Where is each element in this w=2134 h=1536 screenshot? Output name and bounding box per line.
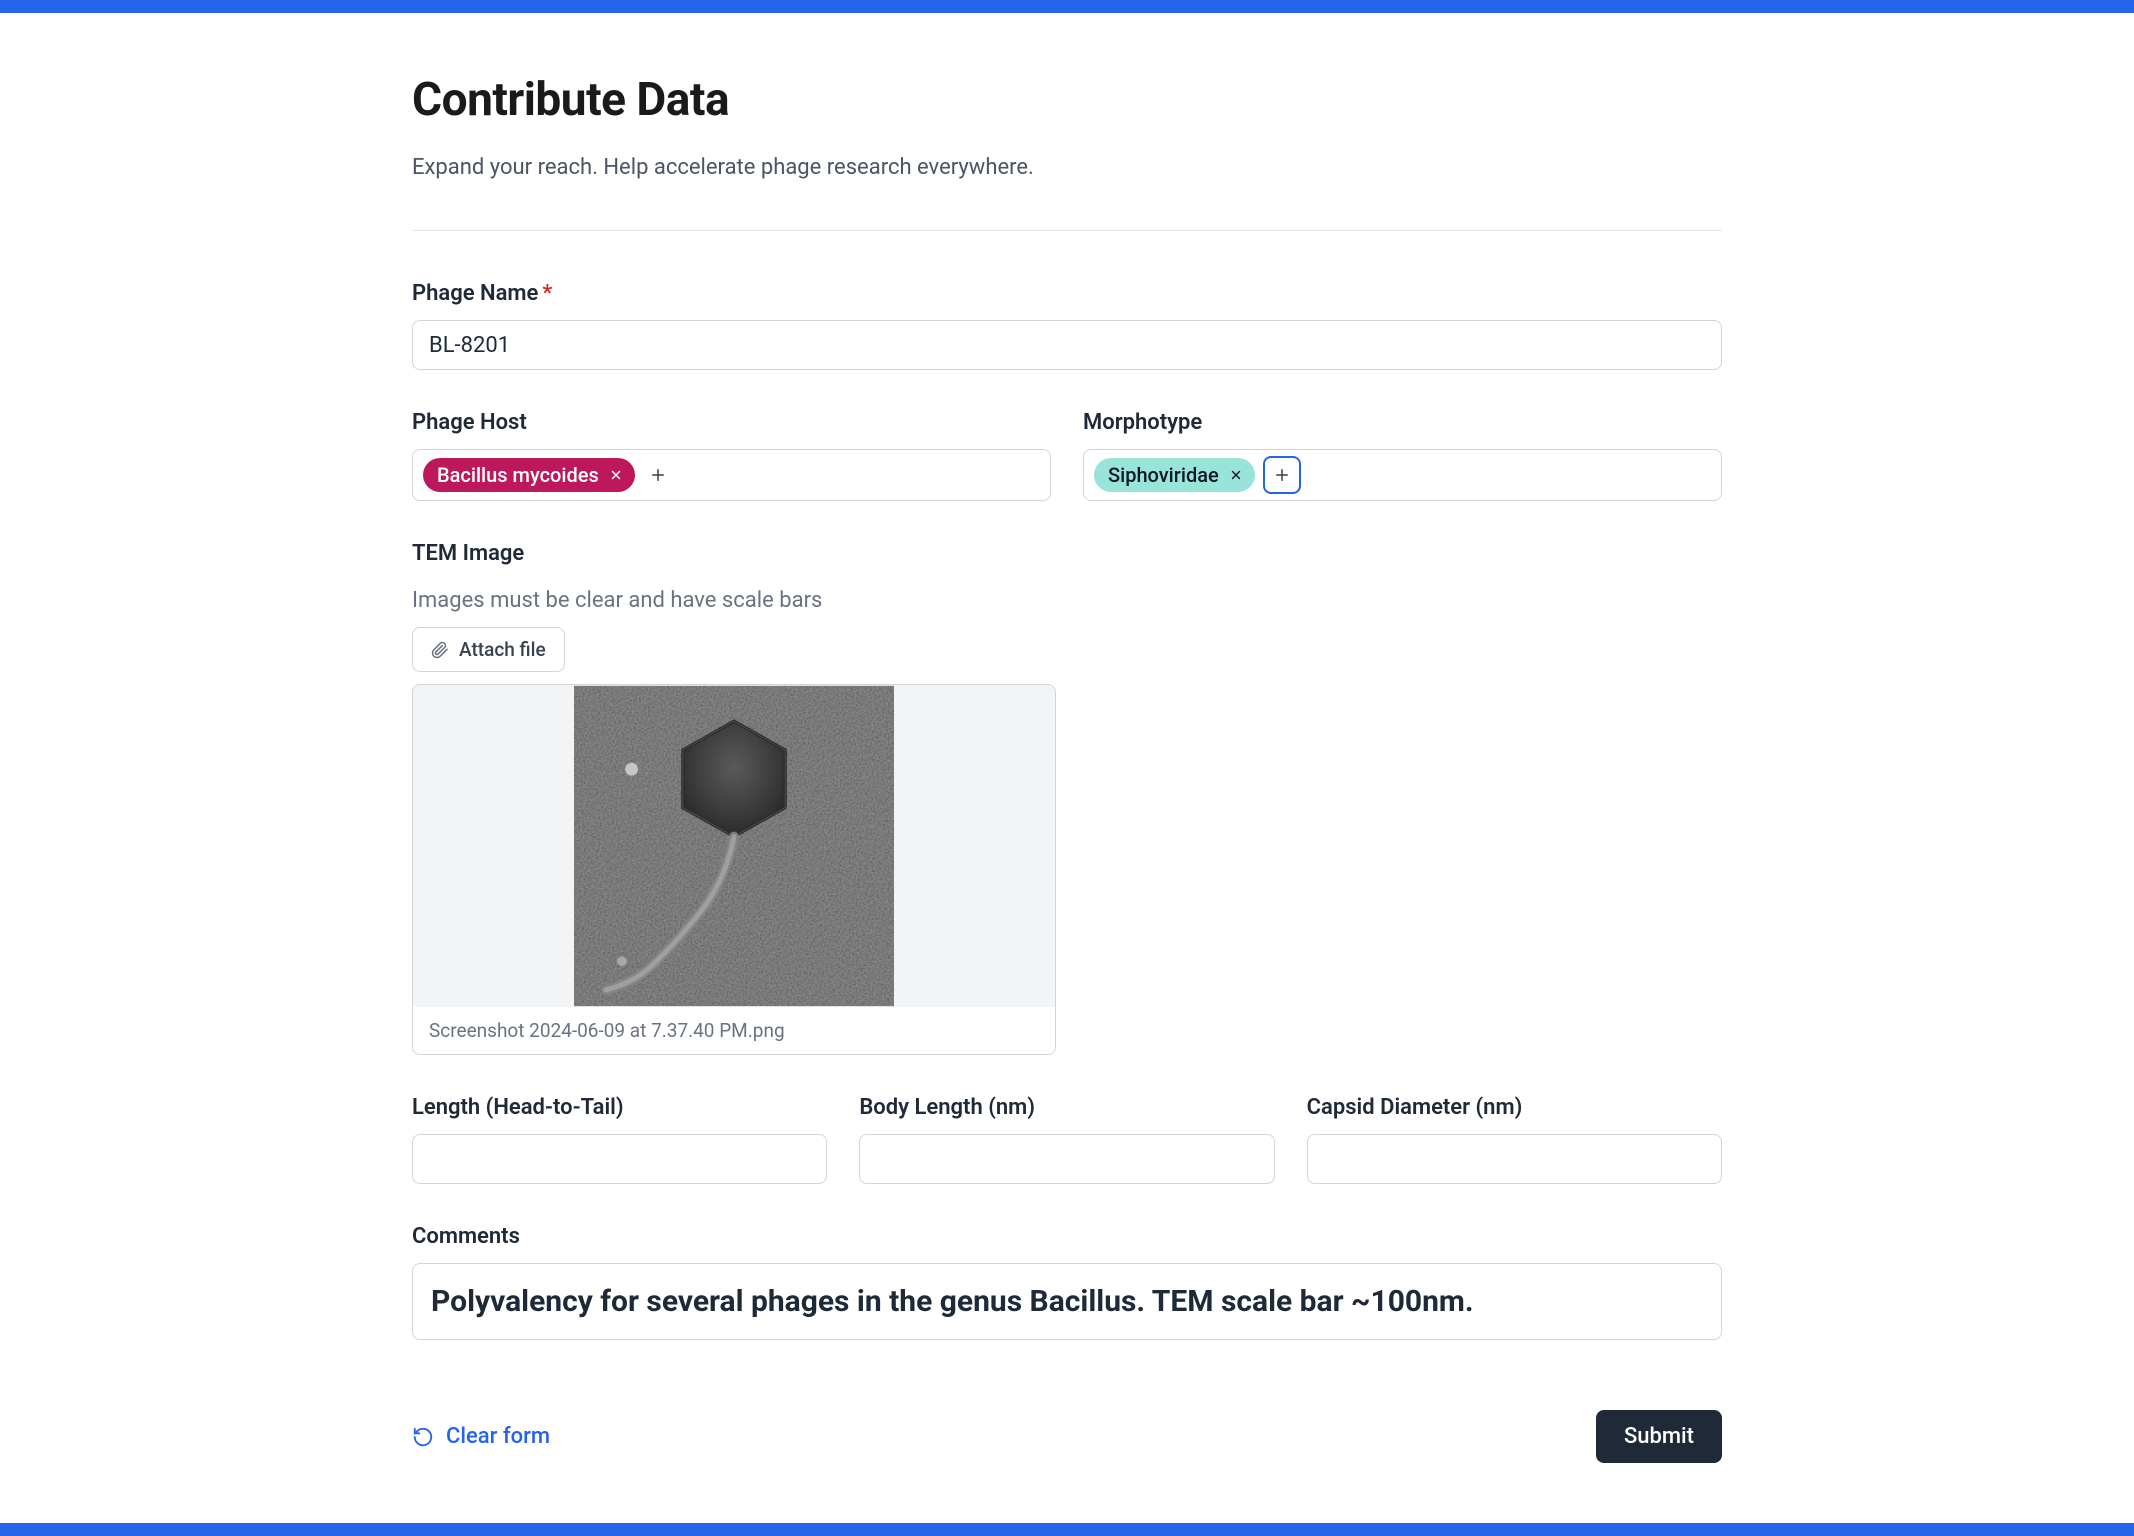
plus-icon[interactable]: [1265, 458, 1299, 492]
phage-host-tag-text: Bacillus mycoides: [437, 463, 599, 487]
clear-form-button[interactable]: Clear form: [412, 1424, 550, 1449]
required-indicator: *: [542, 281, 552, 306]
morphotype-label: Morphotype: [1083, 410, 1722, 435]
phage-host-tag: Bacillus mycoides: [423, 458, 635, 492]
length-head-to-tail-label: Length (Head-to-Tail): [412, 1095, 827, 1120]
length-head-to-tail-input[interactable]: [412, 1134, 827, 1184]
phage-name-input[interactable]: [412, 320, 1722, 370]
morphotype-tag-text: Siphoviridae: [1108, 463, 1219, 487]
undo-icon: [412, 1426, 434, 1448]
comments-group: Comments Polyvalency for several phages …: [412, 1224, 1722, 1340]
phage-host-group: Phage Host Bacillus mycoides: [412, 410, 1051, 501]
phage-name-group: Phage Name*: [412, 281, 1722, 370]
tem-image-label: TEM Image: [412, 541, 1056, 566]
morphotype-tag: Siphoviridae: [1094, 458, 1255, 492]
phage-host-label: Phage Host: [412, 410, 1051, 435]
clear-form-label: Clear form: [446, 1424, 550, 1449]
phage-name-label: Phage Name*: [412, 281, 1722, 306]
page-title: Contribute Data: [412, 73, 1722, 127]
image-filename: Screenshot 2024-06-09 at 7.37.40 PM.png: [413, 1007, 1055, 1054]
phage-host-tag-input[interactable]: Bacillus mycoides: [412, 449, 1051, 501]
morphotype-group: Morphotype Siphoviridae: [1083, 410, 1722, 501]
plus-icon[interactable]: [645, 462, 671, 488]
body-length-group: Body Length (nm): [859, 1095, 1274, 1184]
page-subtitle: Expand your reach. Help accelerate phage…: [412, 155, 1722, 180]
capsid-diameter-input[interactable]: [1307, 1134, 1722, 1184]
body-length-label: Body Length (nm): [859, 1095, 1274, 1120]
attach-file-label: Attach file: [459, 638, 546, 661]
close-icon[interactable]: [607, 466, 625, 484]
top-accent-bar: [0, 0, 2134, 13]
tem-phage-image: [574, 685, 894, 1007]
image-preview-card: Screenshot 2024-06-09 at 7.37.40 PM.png: [412, 684, 1056, 1055]
morphotype-tag-input[interactable]: Siphoviridae: [1083, 449, 1722, 501]
form-container: Contribute Data Expand your reach. Help …: [412, 13, 1722, 1523]
close-icon[interactable]: [1227, 466, 1245, 484]
capsid-diameter-group: Capsid Diameter (nm): [1307, 1095, 1722, 1184]
image-preview-frame: [413, 685, 1055, 1007]
submit-button[interactable]: Submit: [1596, 1410, 1722, 1463]
body-length-input[interactable]: [859, 1134, 1274, 1184]
comments-label: Comments: [412, 1224, 1722, 1249]
comments-input[interactable]: Polyvalency for several phages in the ge…: [412, 1263, 1722, 1340]
tem-image-group: TEM Image Images must be clear and have …: [412, 541, 1056, 1055]
footer-actions: Clear form Submit: [412, 1410, 1722, 1463]
capsid-diameter-label: Capsid Diameter (nm): [1307, 1095, 1722, 1120]
paperclip-icon: [431, 641, 449, 659]
attach-file-button[interactable]: Attach file: [412, 627, 565, 672]
length-head-to-tail-group: Length (Head-to-Tail): [412, 1095, 827, 1184]
tem-image-helper: Images must be clear and have scale bars: [412, 588, 1056, 613]
bottom-accent-bar: [0, 1523, 2134, 1536]
divider: [412, 230, 1722, 231]
phage-name-label-text: Phage Name: [412, 281, 538, 306]
